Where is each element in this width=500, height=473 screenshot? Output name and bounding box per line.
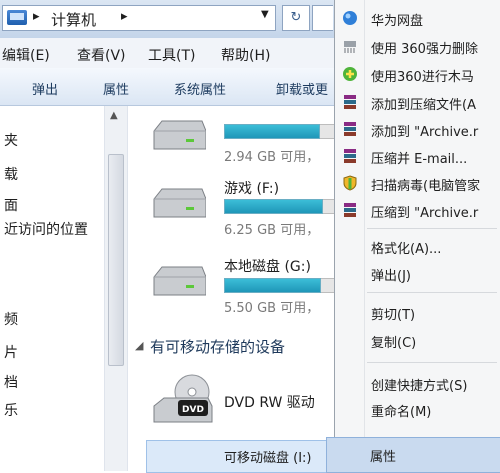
- menu-item-rename[interactable]: 重命名(M): [335, 397, 500, 423]
- menu-item-label: 属性: [370, 450, 397, 465]
- menu-item-huawei-cloud[interactable]: 华为网盘: [335, 6, 500, 32]
- menu-item-label: 使用360进行木马: [371, 70, 474, 85]
- drive-name[interactable]: 本地磁盘 (G:): [224, 256, 311, 276]
- menu-item-add-to-archive-rar[interactable]: 添加到 "Archive.r: [335, 117, 500, 143]
- menu-item-label: 复制(C): [371, 336, 417, 351]
- hard-drive-icon[interactable]: [150, 263, 206, 303]
- winrar-icon: [344, 122, 356, 136]
- uninstall-button[interactable]: 卸载或更: [276, 79, 328, 98]
- nav-item-pictures[interactable]: 片: [4, 342, 18, 362]
- menu-item-eject[interactable]: 弹出(J): [335, 261, 500, 287]
- menu-view[interactable]: 查看(V): [77, 45, 126, 65]
- menu-item-label: 添加到 "Archive.r: [371, 125, 479, 140]
- 360-scan-icon: [343, 67, 357, 81]
- menu-item-add-to-archive[interactable]: 添加到压缩文件(A: [335, 90, 500, 116]
- menu-item-360-trojan-scan[interactable]: 使用360进行木马: [335, 62, 500, 88]
- drive-name[interactable]: 游戏 (F:): [224, 178, 279, 198]
- menu-item-label: 重命名(M): [371, 405, 432, 420]
- drive-usage-bar: [224, 278, 321, 293]
- drive-free-space: 5.50 GB 可用，: [224, 301, 320, 316]
- removable-drive-label[interactable]: 可移动磁盘 (I:): [224, 447, 312, 466]
- menu-item-copy[interactable]: 复制(C): [335, 328, 500, 354]
- dvd-drive-icon[interactable]: DVD: [150, 372, 214, 428]
- menu-item-label: 压缩并 E-mail...: [371, 152, 468, 167]
- menu-item-label: 格式化(A)...: [371, 242, 442, 257]
- breadcrumb-computer[interactable]: 计算机: [51, 9, 96, 30]
- context-menu: 华为网盘 使用 360强力删除 使用360进行木马 添加到压缩文件(A 添加到 …: [334, 0, 500, 471]
- nav-item-music[interactable]: 乐: [4, 400, 18, 420]
- breadcrumb-chevron-icon[interactable]: ▸: [121, 9, 128, 24]
- menu-separator: [367, 292, 497, 293]
- winrar-icon: [344, 203, 356, 217]
- section-header-removable: 有可移动存储的设备: [150, 338, 286, 356]
- dvd-logo-text: DVD: [182, 405, 204, 415]
- refresh-icon[interactable]: ↻: [282, 5, 310, 31]
- menu-separator: [367, 362, 497, 363]
- menu-item-cut[interactable]: 剪切(T): [335, 300, 500, 326]
- nav-item-videos[interactable]: 频: [4, 309, 18, 329]
- menu-item-label: 扫描病毒(电脑管家: [371, 179, 481, 194]
- menu-item-format[interactable]: 格式化(A)...: [335, 234, 500, 260]
- hard-drive-icon[interactable]: [150, 117, 206, 157]
- search-input[interactable]: [312, 5, 333, 31]
- toolbar: 弹出 属性 系统属性 卸载或更: [0, 68, 335, 106]
- drive-usage-bar: [224, 199, 323, 214]
- menu-item-label: 弹出(J): [371, 269, 411, 284]
- properties-button[interactable]: 属性: [103, 79, 129, 98]
- winrar-icon: [344, 149, 356, 163]
- computer-icon: [7, 10, 27, 25]
- breadcrumb-chevron-icon[interactable]: ▸: [33, 9, 40, 24]
- menu-item-properties[interactable]: 属性: [326, 437, 500, 473]
- menu-tools[interactable]: 工具(T): [148, 45, 195, 65]
- huawei-cloud-icon: [343, 11, 357, 25]
- system-properties-button[interactable]: 系统属性: [174, 79, 226, 98]
- menu-item-360-shred[interactable]: 使用 360强力删除: [335, 34, 500, 60]
- nav-item-desktop[interactable]: 面: [4, 195, 18, 215]
- drive-usage-bar: [224, 124, 320, 139]
- menu-item-label: 压缩到 "Archive.r: [371, 206, 479, 221]
- collapse-chevron-icon[interactable]: ◢: [135, 339, 143, 352]
- menu-item-compress-to-archive[interactable]: 压缩到 "Archive.r: [335, 198, 500, 224]
- menu-item-label: 添加到压缩文件(A: [371, 98, 476, 113]
- nav-item-downloads[interactable]: 载: [4, 164, 18, 184]
- dvd-drive-label[interactable]: DVD RW 驱动: [224, 392, 315, 412]
- shredder-icon: [344, 41, 356, 53]
- menu-item-compress-email[interactable]: 压缩并 E-mail...: [335, 144, 500, 170]
- hard-drive-icon[interactable]: [150, 185, 206, 225]
- nav-item-documents[interactable]: 档: [4, 372, 18, 392]
- menu-item-label: 创建快捷方式(S): [371, 379, 468, 394]
- address-box[interactable]: ▸ 计算机 ▸ ▼: [2, 5, 276, 31]
- menu-bar: 编辑(E) 查看(V) 工具(T) 帮助(H): [0, 38, 335, 69]
- menu-item-label: 使用 360强力删除: [371, 42, 478, 57]
- drive-free-space: 2.94 GB 可用，: [224, 150, 320, 165]
- nav-item-recent-places[interactable]: 近访问的位置: [4, 219, 88, 239]
- menu-edit[interactable]: 编辑(E): [2, 45, 50, 65]
- chevron-down-icon[interactable]: ▼: [261, 9, 269, 20]
- menu-help[interactable]: 帮助(H): [221, 45, 270, 65]
- address-bar: ▸ 计算机 ▸ ▼ ↻: [0, 0, 335, 39]
- nav-item-folders[interactable]: 夹: [4, 130, 18, 150]
- menu-item-scan-virus[interactable]: 扫描病毒(电脑管家: [335, 171, 500, 197]
- scroll-thumb[interactable]: [108, 154, 124, 366]
- selected-removable-drive[interactable]: 可移动磁盘 (I:): [146, 440, 337, 473]
- menu-item-label: 剪切(T): [371, 308, 416, 323]
- scrollbar[interactable]: ▲: [104, 106, 128, 471]
- eject-button[interactable]: 弹出: [32, 79, 58, 98]
- menu-item-create-shortcut[interactable]: 创建快捷方式(S): [335, 371, 500, 397]
- drive-free-space: 6.25 GB 可用，: [224, 223, 320, 238]
- shield-icon: [343, 175, 357, 191]
- winrar-icon: [344, 95, 356, 109]
- menu-separator: [367, 228, 497, 229]
- scroll-up-icon[interactable]: ▲: [110, 110, 118, 121]
- menu-item-label: 华为网盘: [371, 14, 424, 29]
- navigation-pane: 夹 载 面 近访问的位置 频 片 档 乐: [0, 106, 104, 471]
